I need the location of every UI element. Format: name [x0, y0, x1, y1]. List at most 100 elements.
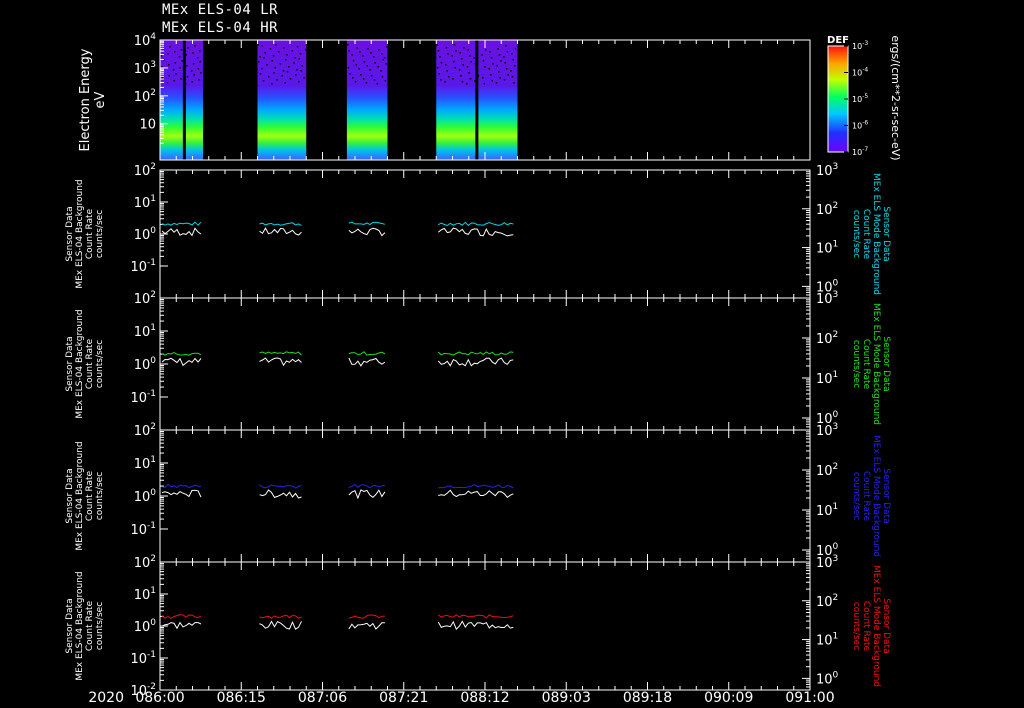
x-tick-label: 090:09 [704, 690, 753, 706]
spectrogram-noise-pixel [458, 69, 461, 71]
spectrogram-noise-pixel [483, 83, 485, 85]
spectrogram-noise-pixel [298, 58, 300, 60]
right-y-tick-label: 102 [816, 593, 838, 610]
colored-series-trace [259, 614, 302, 619]
spectrogram-noise-pixel [380, 70, 382, 72]
colorbar-tick-label: 10-3 [852, 40, 868, 51]
spectrogram-noise-pixel [482, 60, 485, 62]
white-series-trace [161, 621, 202, 630]
spectrogram-noise-pixel [181, 60, 183, 62]
colorbar-unit-label: ergs/(cm**2-sr-sec-eV) [889, 35, 902, 160]
spectrogram-noise-pixel [495, 82, 498, 84]
spectrogram-y-tick-label: 104 [134, 32, 157, 49]
white-series-trace [348, 227, 386, 237]
right-y-tick-label: 101 [816, 632, 838, 649]
right-y-tick-label: 103 [816, 162, 838, 179]
right-y-tick-label: 101 [816, 370, 838, 387]
colorbar-tick-label: 10-5 [852, 93, 868, 104]
x-tick-label: 089:18 [623, 690, 672, 706]
spectrogram-noise-pixel [266, 64, 268, 66]
right-axis-title: Sensor DataMEx ELS Mode BackgroundCount … [851, 173, 891, 295]
spectrogram-noise-pixel [259, 56, 261, 58]
spectrogram-noise-pixel [274, 67, 276, 69]
spectrogram-noise-pixel [269, 48, 272, 50]
spectrogram-noise-pixel [369, 69, 371, 71]
spectrogram-noise-pixel [190, 70, 193, 72]
right-axis-title: Sensor DataMEx ELS Mode BackgroundCount … [851, 435, 891, 557]
spectrogram-noise-pixel [175, 73, 177, 75]
spectrogram-noise-pixel [356, 47, 358, 49]
spectrogram-noise-pixel [264, 52, 266, 54]
spectrogram-noise-pixel [275, 44, 277, 46]
spectrogram-noise-pixel [282, 70, 285, 72]
right-y-tick-label: 102 [816, 330, 838, 347]
spectrogram-noise-pixel [498, 54, 501, 56]
spectrogram-noise-pixel [178, 56, 181, 58]
spectrogram-noise-pixel [271, 60, 273, 62]
spectrogram-noise-pixel [286, 71, 289, 73]
left-y-tick-label: 100 [134, 488, 157, 505]
spectrogram-noise-pixel [490, 57, 493, 59]
spectrogram-noise-pixel [445, 47, 448, 49]
spectrogram-noise-pixel [303, 77, 305, 79]
right-y-tick-label: 102 [816, 201, 838, 218]
spectrogram-noise-pixel [259, 73, 262, 75]
spectrogram-noise-pixel [365, 82, 368, 84]
x-tick-label: 086:15 [217, 690, 266, 706]
spectrogram-noise-pixel [513, 82, 515, 84]
spectrogram-noise-pixel [168, 75, 171, 77]
spectrogram-noise-pixel [263, 57, 265, 59]
spectrogram-noise-pixel [514, 48, 517, 50]
spectrogram-noise-pixel [187, 47, 189, 49]
right-axis-title: Sensor DataMEx ELS Mode BackgroundCount … [851, 565, 891, 687]
spectrogram-noise-pixel [511, 53, 513, 55]
spectrogram-noise-pixel [440, 79, 442, 81]
white-series-trace [437, 620, 514, 630]
white-series-trace [348, 357, 386, 367]
spectrogram-noise-pixel [174, 51, 176, 53]
colored-series-trace [348, 351, 386, 356]
spectrogram-noise-pixel [438, 73, 440, 75]
spectrogram-noise-pixel [348, 50, 350, 52]
panel-frame [159, 169, 811, 299]
spectrogram-noise-pixel [452, 78, 454, 80]
right-y-tick-label: 103 [816, 422, 838, 439]
left-y-tick-label: 100 [134, 226, 157, 243]
spectrogram-noise-pixel [198, 50, 201, 52]
right-y-tick-label: 102 [816, 462, 838, 479]
spectrogram-noise-pixel [268, 76, 270, 78]
x-tick-label: 091:00 [785, 690, 834, 706]
spectrogram-noise-pixel [436, 44, 438, 46]
spectrogram-noise-pixel [291, 50, 293, 52]
spectrogram-data-block [160, 40, 204, 160]
panel-panel-cyan: 10210110010-1103102101100Sensor DataMEx … [65, 162, 891, 299]
spectrogram-noise-pixel [498, 71, 500, 73]
spectrogram-noise-pixel [373, 56, 375, 58]
spectrogram-noise-pixel [445, 64, 447, 66]
colorbar-tick-label: 10-6 [852, 120, 868, 131]
spectrogram-noise-pixel [467, 49, 469, 51]
white-series-trace [259, 227, 302, 236]
spectrogram-noise-pixel [504, 62, 506, 64]
spectrogram-noise-pixel [489, 51, 491, 53]
spectrogram-noise-pixel [192, 63, 195, 65]
spectrogram-noise-pixel [505, 45, 507, 47]
spectrogram-noise-pixel [381, 76, 384, 78]
spectrogram-noise-pixel [296, 69, 298, 71]
spectrogram-noise-pixel [271, 83, 273, 85]
spectrogram-noise-pixel [276, 79, 278, 81]
spectrogram-noise-pixel [273, 72, 275, 74]
spectrogram-noise-pixel [446, 70, 448, 72]
spectrogram-noise-pixel [497, 48, 499, 50]
spectrogram-noise-pixel [294, 57, 296, 59]
spectrogram-noise-pixel [514, 65, 516, 67]
spectrogram-noise-pixel [191, 81, 194, 83]
spectrogram-noise-pixel [283, 47, 285, 49]
spectrogram-noise-pixel [511, 76, 514, 78]
spectrogram-noise-pixel [198, 79, 200, 81]
colored-series-trace [259, 222, 302, 226]
spectrogram-noise-pixel [453, 61, 455, 63]
spectrogram-noise-pixel [346, 44, 349, 46]
colored-series-trace [161, 352, 202, 356]
spectrogram-noise-pixel [286, 54, 288, 56]
